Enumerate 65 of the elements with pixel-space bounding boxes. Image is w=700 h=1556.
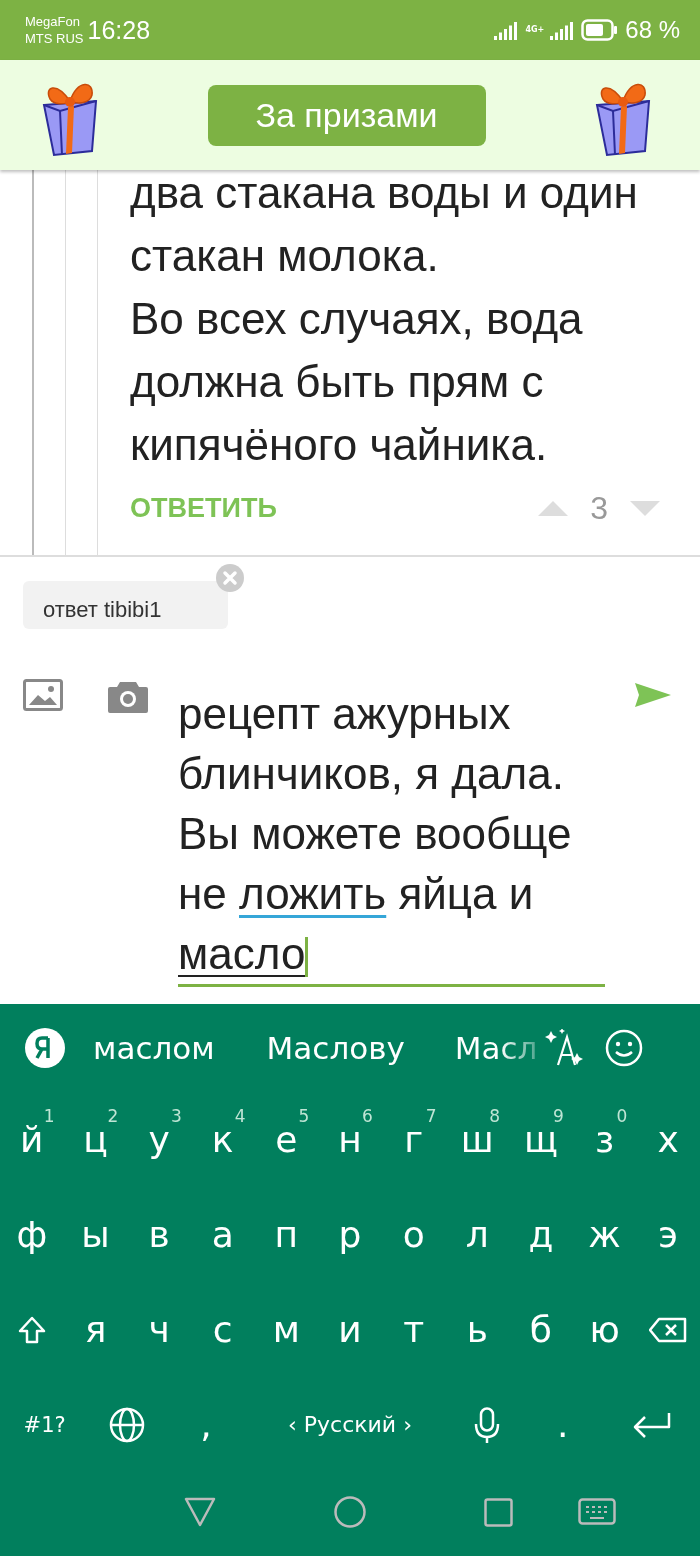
input-field[interactable]: рецепт ажурных блинчиков, я дала. Вы можете вообще не ложить яйца и масло bbox=[178, 677, 605, 987]
keyboard-key[interactable]: ч bbox=[127, 1282, 191, 1377]
battery-percent: 68 % bbox=[625, 16, 680, 44]
suggestion-word[interactable]: маслом bbox=[93, 1030, 215, 1066]
keyboard-key[interactable]: х bbox=[636, 1092, 700, 1187]
keyboard-key[interactable]: д bbox=[509, 1187, 573, 1282]
keyboard-key[interactable]: ф bbox=[0, 1187, 64, 1282]
keyboard-key[interactable]: о bbox=[381, 1187, 446, 1282]
keyboard-key[interactable]: э bbox=[636, 1187, 700, 1282]
keyboard-hide-icon[interactable] bbox=[578, 1498, 616, 1526]
back-icon[interactable] bbox=[184, 1497, 216, 1527]
key-hint: 2 bbox=[107, 1106, 119, 1126]
keyboard-key[interactable]: б bbox=[509, 1282, 573, 1377]
keyboard-key[interactable]: а bbox=[190, 1187, 255, 1282]
reply-chip-label: ответ tibibi1 bbox=[43, 597, 162, 623]
key-hint: 7 bbox=[425, 1106, 437, 1126]
keyboard-key[interactable]: ы bbox=[63, 1187, 128, 1282]
keyboard-key[interactable]: в bbox=[127, 1187, 191, 1282]
carrier-name: MTS RUS bbox=[25, 30, 84, 47]
keyboard-key[interactable]: р bbox=[318, 1187, 382, 1282]
keyboard-key[interactable]: ь bbox=[445, 1282, 510, 1377]
signal-icon bbox=[550, 20, 576, 40]
prizes-button[interactable]: За призами bbox=[207, 84, 486, 146]
keyboard-key[interactable]: п bbox=[254, 1187, 319, 1282]
key-hint: 9 bbox=[552, 1106, 564, 1126]
globe-icon[interactable] bbox=[108, 1406, 145, 1443]
keyboard-key[interactable]: т bbox=[381, 1282, 446, 1377]
camera-icon[interactable] bbox=[108, 679, 148, 714]
keyboard-key[interactable]: #1? bbox=[0, 1377, 90, 1472]
microphone-icon[interactable] bbox=[474, 1406, 501, 1443]
key-hint: 3 bbox=[171, 1106, 182, 1126]
sparkle-icon[interactable] bbox=[545, 1029, 584, 1067]
keyboard-key[interactable]: ж bbox=[572, 1187, 637, 1282]
home-icon[interactable] bbox=[334, 1496, 366, 1528]
vote-count: 3 bbox=[590, 489, 608, 527]
battery-icon bbox=[581, 19, 618, 41]
suggestion-word[interactable]: Маслову bbox=[266, 1030, 405, 1066]
keyboard-key[interactable]: м bbox=[254, 1282, 319, 1377]
clock-time: 16:28 bbox=[87, 15, 151, 45]
comment-text: два стакана воды и один стакан молока. Во всех случаях, вода должна быть прям с кипячёного чайника. bbox=[130, 170, 639, 471]
network-label: 4G+ bbox=[525, 26, 545, 34]
key-hint: 1 bbox=[43, 1106, 55, 1126]
key-hint: 5 bbox=[298, 1106, 310, 1126]
key-hint: 6 bbox=[362, 1106, 373, 1126]
image-icon[interactable] bbox=[23, 679, 63, 711]
logo-icon[interactable] bbox=[25, 1028, 65, 1068]
space-key[interactable]: ‹ Русский › bbox=[247, 1377, 453, 1472]
recent-apps-icon[interactable] bbox=[484, 1497, 513, 1527]
keyboard-key[interactable]: я bbox=[63, 1282, 128, 1377]
key-hint: 4 bbox=[234, 1106, 246, 1126]
key-hint: 8 bbox=[489, 1106, 501, 1126]
enter-icon[interactable] bbox=[632, 1410, 671, 1439]
keyboard-key[interactable]: ю bbox=[572, 1282, 637, 1377]
carrier-name: MegaFon bbox=[25, 13, 81, 30]
keyboard-key[interactable]: , bbox=[164, 1377, 248, 1472]
emoji-icon[interactable] bbox=[605, 1029, 644, 1067]
keyboard-key[interactable]: и bbox=[318, 1282, 382, 1377]
keyboard-key[interactable]: . bbox=[521, 1377, 604, 1472]
key-hint: 0 bbox=[616, 1106, 628, 1126]
send-icon[interactable] bbox=[635, 683, 671, 707]
keyboard-key[interactable]: л bbox=[445, 1187, 510, 1282]
signal-icon bbox=[494, 20, 520, 40]
keyboard-key[interactable]: с bbox=[190, 1282, 255, 1377]
shift-icon[interactable] bbox=[17, 1315, 46, 1344]
backspace-icon[interactable] bbox=[649, 1316, 688, 1343]
